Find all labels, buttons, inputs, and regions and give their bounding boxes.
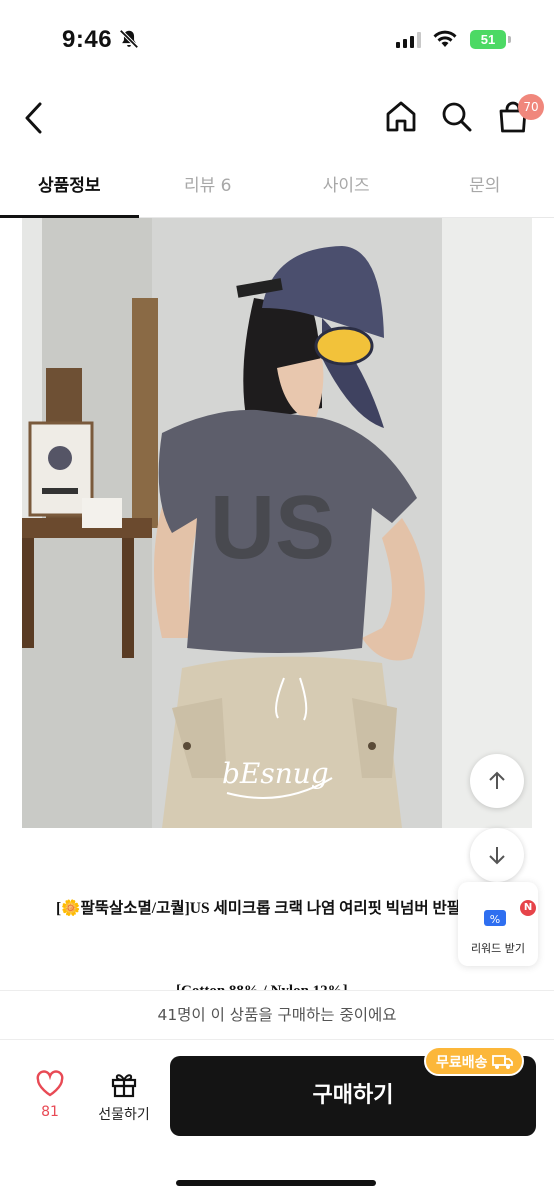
scroll-to-top-button[interactable]: [470, 754, 524, 808]
purchasing-notice: 41명이 이 상품을 구매하는 중이에요: [0, 990, 554, 1040]
cart-count-badge: 70: [518, 94, 544, 120]
status-bar: 9:46 51: [0, 0, 554, 80]
home-indicator: [176, 1180, 376, 1186]
image-watermark: bEsnug: [222, 757, 329, 790]
coupon-icon: %: [484, 910, 506, 926]
like-button[interactable]: 81: [30, 1070, 70, 1130]
arrow-down-icon: [489, 847, 505, 865]
reward-button[interactable]: % N 리워드 받기: [458, 882, 538, 966]
shirt-print-text: US: [210, 478, 335, 578]
top-nav: 70: [0, 88, 554, 148]
search-icon[interactable]: [438, 98, 476, 136]
wifi-icon: [433, 30, 457, 47]
back-chevron-icon[interactable]: [20, 98, 48, 138]
tab-product-info[interactable]: 상품정보: [0, 160, 139, 218]
gift-icon: [111, 1074, 137, 1098]
battery-indicator: 51: [470, 30, 506, 49]
tab-reviews[interactable]: 리뷰 6: [139, 160, 278, 217]
tab-size[interactable]: 사이즈: [277, 160, 416, 217]
like-count: 81: [41, 1104, 59, 1120]
gift-label: 선물하기: [98, 1107, 150, 1123]
cellular-signal-icon: [396, 32, 421, 48]
heart-icon: [36, 1070, 64, 1097]
gift-button[interactable]: 선물하기: [90, 1070, 158, 1130]
home-icon[interactable]: [382, 98, 420, 136]
reward-label: 리워드 받기: [470, 942, 526, 955]
svg-text:%: %: [490, 913, 500, 926]
truck-icon: [491, 1055, 513, 1069]
product-tabs: 상품정보 리뷰 6 사이즈 문의: [0, 160, 554, 218]
product-photo: US bEsnug: [22, 218, 532, 828]
free-shipping-label: 무료배송: [436, 1055, 488, 1071]
product-title: [🌼팔뚝살소멸/고퀄]US 세미크롭 크랙 나염 여리핏 빅넘버 반팔티: [56, 900, 476, 917]
free-shipping-badge: 무료배송: [424, 1046, 524, 1076]
status-time: 9:46: [62, 26, 113, 53]
arrow-up-icon: [489, 771, 505, 789]
bottom-action-bar: 81 선물하기 구매하기 무료배송: [0, 1040, 554, 1200]
product-spec-line: [Cotton 88% / Nylon 12%]: [176, 980, 348, 990]
new-badge: N: [520, 900, 536, 916]
bell-off-icon: [119, 29, 139, 49]
tab-inquiry[interactable]: 문의: [416, 160, 554, 217]
battery-tip: [508, 36, 511, 43]
scroll-to-bottom-button[interactable]: [470, 828, 524, 882]
